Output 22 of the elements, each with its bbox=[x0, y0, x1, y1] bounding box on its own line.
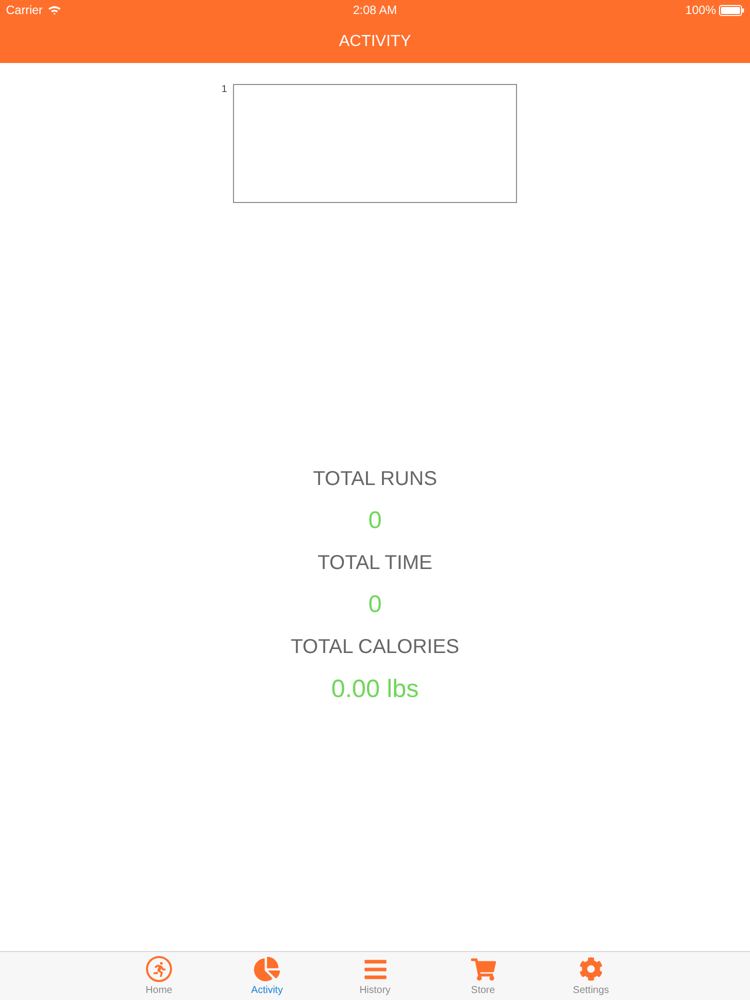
stat-label: TOTAL CALORIES bbox=[290, 635, 460, 659]
axis-tick-label: 1 bbox=[220, 84, 227, 96]
tab-item[interactable]: History bbox=[321, 952, 429, 1000]
battery-percent: 100% bbox=[685, 3, 716, 17]
tab-item[interactable]: Store bbox=[429, 952, 537, 1000]
battery-icon bbox=[719, 4, 744, 16]
carrier-label: Carrier bbox=[6, 3, 43, 17]
pie-chart-icon bbox=[254, 956, 280, 982]
tab-item[interactable]: Home bbox=[105, 952, 213, 1000]
stat-value: 0.00 lbs bbox=[331, 674, 419, 705]
tab-item[interactable]: Activity bbox=[213, 952, 321, 1000]
stat-value: 0 bbox=[368, 506, 382, 536]
stat-label: TOTAL TIME bbox=[318, 551, 432, 575]
runner-icon bbox=[146, 956, 172, 982]
stat-value: 0 bbox=[368, 590, 382, 620]
nav-title: ACTIVITY bbox=[338, 32, 411, 50]
status-time: 2:08 AM bbox=[352, 3, 398, 17]
tab-item[interactable]: Settings bbox=[537, 952, 645, 1000]
stat-label: TOTAL RUNS bbox=[312, 467, 438, 491]
cart-icon bbox=[470, 956, 496, 982]
wifi-icon bbox=[48, 5, 61, 15]
settings-icon bbox=[579, 956, 603, 982]
